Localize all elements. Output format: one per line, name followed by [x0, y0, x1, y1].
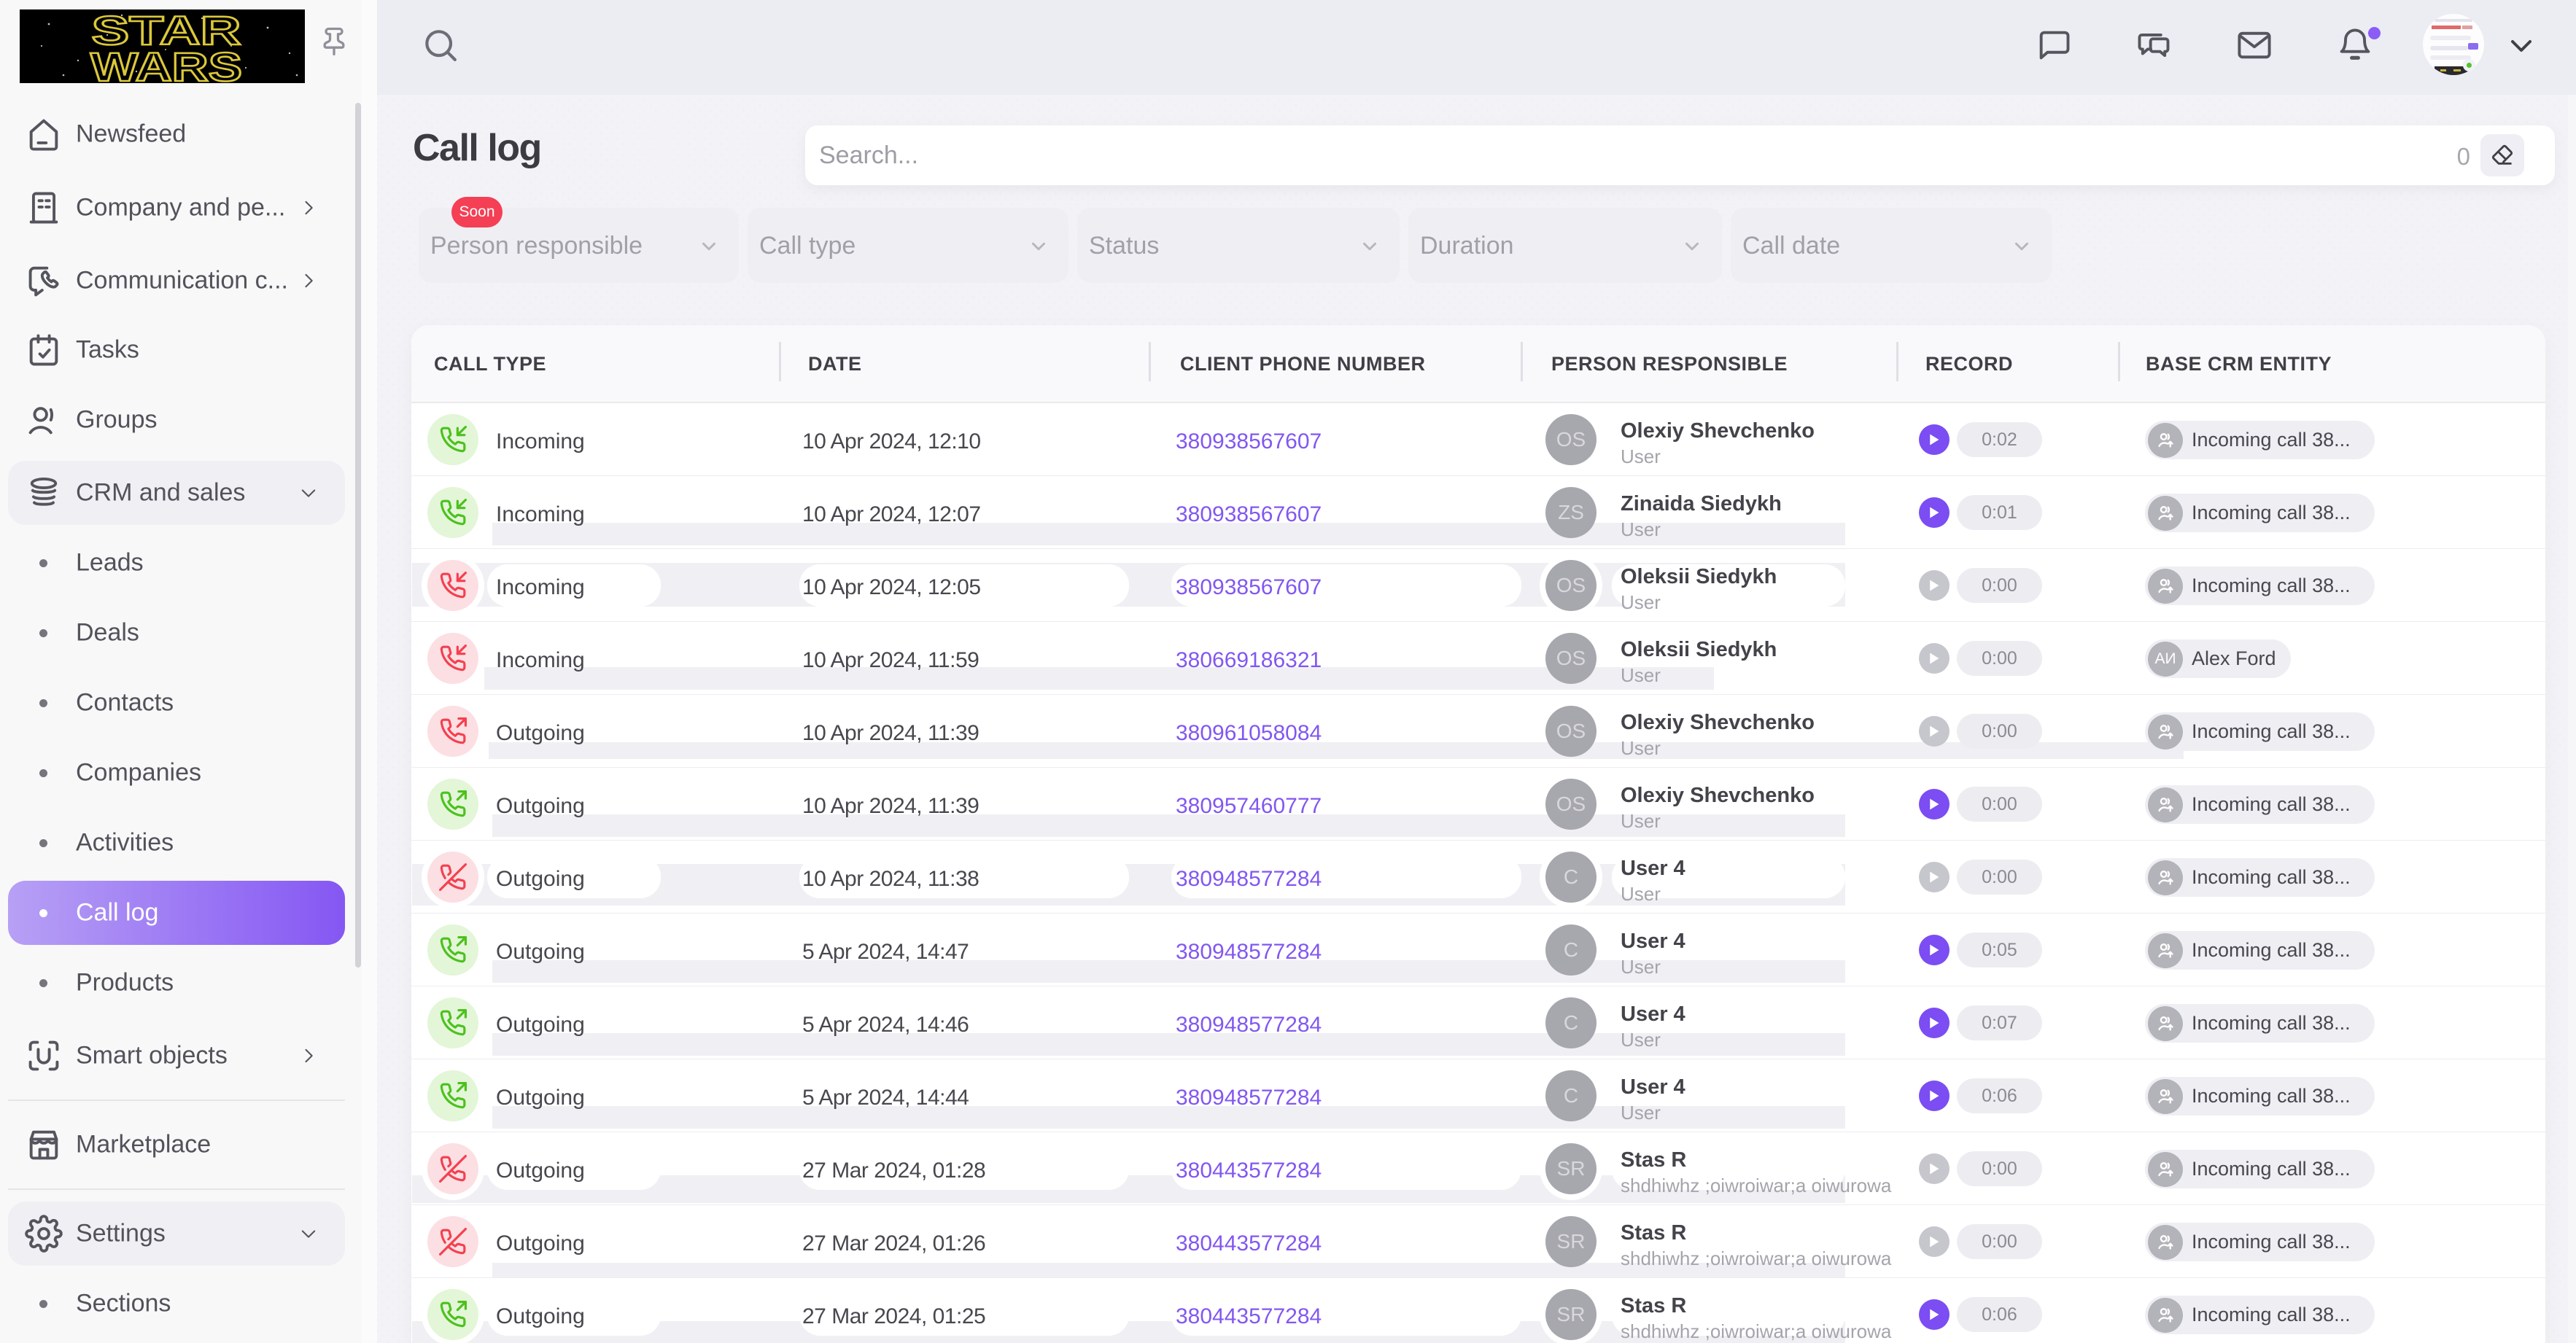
svg-text:WARS: WARS — [90, 44, 242, 83]
